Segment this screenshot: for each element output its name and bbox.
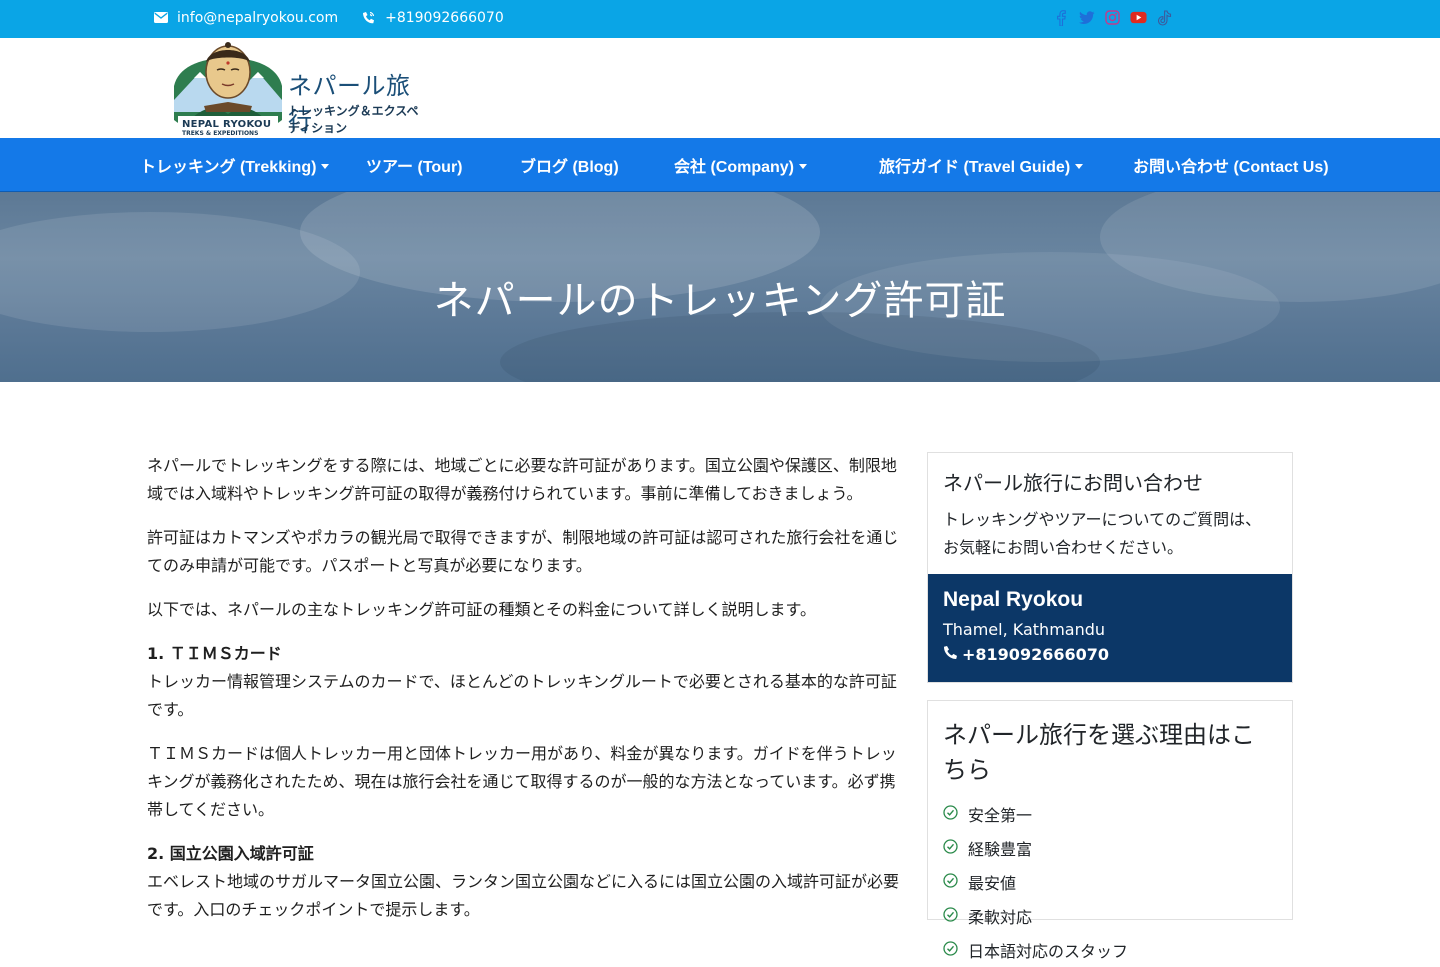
list-item: 経験豊富 <box>943 831 1277 865</box>
check-circle-icon <box>943 906 958 926</box>
logo-en-main: NEPAL RYOKOU <box>182 119 272 130</box>
list-item: 最安値 <box>943 865 1277 899</box>
main-nav: トレッキング (Trekking) ツアー (Tour) ブログ (Blog) … <box>0 138 1440 192</box>
youtube-icon[interactable] <box>1130 9 1147 26</box>
chevron-down-icon <box>321 163 330 169</box>
tiktok-icon[interactable] <box>1156 9 1173 26</box>
nav-item-contact[interactable]: お問い合わせ (Contact Us) <box>1133 153 1329 177</box>
why-choose-title: ネパール旅行を選ぶ理由はこちら <box>943 721 1255 784</box>
facebook-icon[interactable] <box>1052 9 1069 26</box>
top-phone-link[interactable]: +819092666070 <box>385 10 504 26</box>
page-title: ネパールのトレッキング許可証 <box>433 278 1007 324</box>
logo-jp-sub: トレッキング＆エクスペディション <box>288 104 419 135</box>
nav-item-blog[interactable]: ブログ (Blog) <box>520 153 619 177</box>
social-links <box>1052 9 1173 26</box>
phone-volume-icon <box>360 9 377 26</box>
company-name: Nepal Ryokou <box>943 588 1084 611</box>
article-section: 1. ＴＩＭＳカード トレッカー情報管理システムのカードで、ほとんどのトレッキング… <box>147 640 899 724</box>
chevron-down-icon <box>799 163 808 169</box>
top-email-link[interactable]: info@nepalryokou.com <box>177 10 338 26</box>
check-circle-icon <box>943 940 958 960</box>
header-logo-band: ネパール旅行 トレッキング＆エクスペディション NEPAL RYOKOU TRE… <box>0 38 1440 138</box>
article-section: 2. 国立公園入域許可証 エベレスト地域のサガルマータ国立公園、ランタン国立公園な… <box>147 840 899 924</box>
company-location: Thamel, Kathmandu <box>943 620 1106 639</box>
twitter-icon[interactable] <box>1078 9 1095 26</box>
top-contact: info@nepalryokou.com +819092666070 <box>152 9 504 26</box>
logo-en-sub: TREKS & EXPEDITIONS <box>182 130 259 137</box>
article-paragraph: 許可証はカトマンズやポカラの観光局で取得できますが、制限地域の許可証は認可された… <box>147 528 899 575</box>
section-heading: 2. 国立公園入域許可証 <box>147 844 314 863</box>
top-bar: info@nepalryokou.com +819092666070 <box>0 0 1440 38</box>
nav-item-travel-guide[interactable]: 旅行ガイド (Travel Guide) <box>879 153 1084 177</box>
nav-item-trekking[interactable]: トレッキング (Trekking) <box>140 153 330 177</box>
contact-card-body: ネパール旅行にお問い合わせ トレッキングやツアーについてのご質問は、お気軽にお問… <box>928 453 1292 574</box>
article-paragraph: ネパールでトレッキングをする際には、地域ごとに必要な許可証があります。国立公園や… <box>147 456 897 503</box>
phone-icon <box>943 645 958 664</box>
sidebar-contact-card: ネパール旅行にお問い合わせ トレッキングやツアーについてのご質問は、お気軽にお問… <box>927 452 1293 683</box>
contact-card-title: ネパール旅行にお問い合わせ <box>943 471 1203 495</box>
check-circle-icon <box>943 804 958 824</box>
list-item: 日本語対応のスタッフ <box>943 933 1277 967</box>
page-hero-banner: ネパールのトレッキング許可証 <box>0 192 1440 382</box>
check-circle-icon <box>943 872 958 892</box>
article-paragraph: 以下では、ネパールの主なトレッキング許可証の種類とその料金について詳しく説明しま… <box>147 600 816 619</box>
list-item: 安全第一 <box>943 797 1277 831</box>
chevron-down-icon <box>1075 163 1084 169</box>
contact-card-description: トレッキングやツアーについてのご質問は、お気軽にお問い合わせください。 <box>943 510 1262 557</box>
company-phone-link[interactable]: +819092666070 <box>943 645 1277 664</box>
check-circle-icon <box>943 838 958 858</box>
section-heading: 1. ＴＩＭＳカード <box>147 644 282 663</box>
article-paragraph: ＴＩＭＳカードは個人トレッカー用と団体トレッカー用があり、料金が異なります。ガイ… <box>147 744 897 819</box>
nav-item-tour[interactable]: ツアー (Tour) <box>366 153 463 177</box>
instagram-icon[interactable] <box>1104 9 1121 26</box>
article-body: ネパールでトレッキングをする際には、地域ごとに必要な許可証があります。国立公園や… <box>147 452 899 940</box>
envelope-icon <box>152 9 169 26</box>
sidebar-why-choose-card: ネパール旅行を選ぶ理由はこちら 安全第一 経験豊富 最安値 柔軟対応 日本語対応… <box>927 700 1293 961</box>
site-logo[interactable]: ネパール旅行 トレッキング＆エクスペディション NEPAL RYOKOU TRE… <box>170 42 420 137</box>
company-info-panel: Nepal Ryokou Thamel, Kathmandu +81909266… <box>928 574 1292 682</box>
nav-item-company[interactable]: 会社 (Company) <box>674 153 808 177</box>
list-item: 柔軟対応 <box>943 899 1277 933</box>
